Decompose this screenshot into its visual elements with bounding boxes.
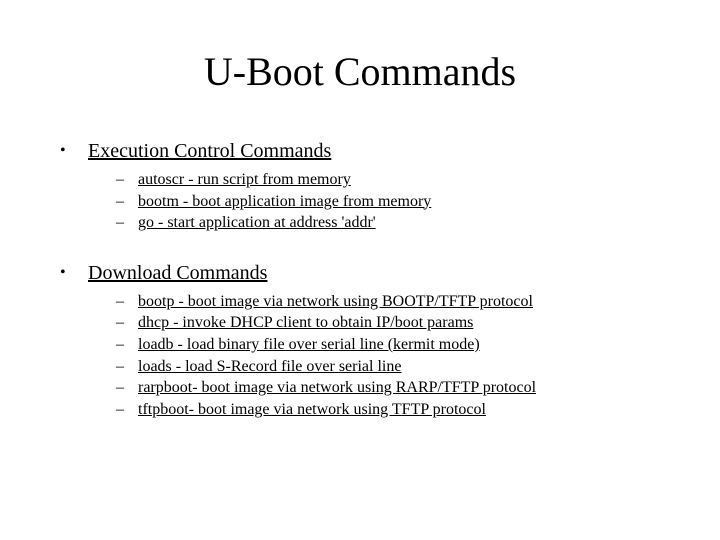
list-item: – go - start application at address 'add… <box>116 212 660 234</box>
list-item: – bootm - boot application image from me… <box>116 191 660 213</box>
slide-content: • Execution Control Commands – autoscr -… <box>60 140 660 440</box>
command-text: tftpboot- boot image via network using T… <box>138 401 486 418</box>
section-heading: Execution Control Commands <box>88 140 331 162</box>
list-item: – loads - load S-Record file over serial… <box>116 356 660 378</box>
dash-icon: – <box>116 291 124 313</box>
command-text: rarpboot- boot image via network using R… <box>138 379 536 396</box>
list-item: – loadb - load binary file over serial l… <box>116 334 660 356</box>
command-text: dhcp - invoke DHCP client to obtain IP/b… <box>138 314 473 331</box>
section-download: • Download Commands – bootp - boot image… <box>60 262 660 421</box>
bullet-icon: • <box>60 264 66 282</box>
dash-icon: – <box>116 334 124 356</box>
command-text: bootp - boot image via network using BOO… <box>138 293 533 310</box>
list-item: – tftpboot- boot image via network using… <box>116 399 660 421</box>
slide: U-Boot Commands • Execution Control Comm… <box>0 0 720 540</box>
list-item: – dhcp - invoke DHCP client to obtain IP… <box>116 312 660 334</box>
list-item: – rarpboot- boot image via network using… <box>116 377 660 399</box>
dash-icon: – <box>116 312 124 334</box>
dash-icon: – <box>116 191 124 213</box>
dash-icon: – <box>116 356 124 378</box>
section-execution-control: • Execution Control Commands – autoscr -… <box>60 140 660 234</box>
top-list: • Execution Control Commands – autoscr -… <box>60 140 660 420</box>
sub-list-download: – bootp - boot image via network using B… <box>88 291 660 421</box>
sub-list-execution: – autoscr - run script from memory – boo… <box>88 169 660 234</box>
list-item: – autoscr - run script from memory <box>116 169 660 191</box>
dash-icon: – <box>116 212 124 234</box>
section-heading: Download Commands <box>88 262 267 284</box>
command-text: loadb - load binary file over serial lin… <box>138 336 480 353</box>
dash-icon: – <box>116 377 124 399</box>
list-item: – bootp - boot image via network using B… <box>116 291 660 313</box>
dash-icon: – <box>116 399 124 421</box>
command-text: go - start application at address 'addr' <box>138 214 376 231</box>
command-text: autoscr - run script from memory <box>138 171 351 188</box>
command-text: loads - load S-Record file over serial l… <box>138 358 401 375</box>
slide-title: U-Boot Commands <box>0 48 720 95</box>
dash-icon: – <box>116 169 124 191</box>
bullet-icon: • <box>60 142 66 160</box>
command-text: bootm - boot application image from memo… <box>138 193 431 210</box>
